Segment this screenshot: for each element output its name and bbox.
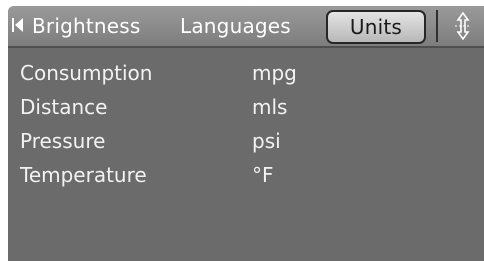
tab-divider [436, 10, 438, 42]
up-down-arrows-icon[interactable] [452, 12, 474, 40]
left-arrow-icon[interactable] [12, 18, 24, 32]
item-label: Pressure [20, 129, 106, 153]
item-label: Distance [20, 95, 108, 119]
item-value: mls [252, 95, 288, 119]
item-value: psi [252, 129, 281, 153]
settings-panel: Brightness Languages Units Consumption m… [8, 6, 484, 261]
item-label: Consumption [20, 61, 153, 85]
list-item-distance[interactable]: Distance mls [20, 90, 470, 124]
list-item-pressure[interactable]: Pressure psi [20, 124, 470, 158]
tab-bar: Brightness Languages Units [8, 6, 484, 48]
display-screen: Brightness Languages Units Consumption m… [0, 0, 484, 261]
units-list: Consumption mpg Distance mls Pressure ps… [20, 56, 470, 192]
item-value: mpg [252, 61, 297, 85]
tab-units[interactable]: Units [326, 10, 426, 44]
list-item-temperature[interactable]: Temperature °F [20, 158, 470, 192]
item-value: °F [252, 163, 274, 187]
list-item-consumption[interactable]: Consumption mpg [20, 56, 470, 90]
tab-languages[interactable]: Languages [180, 13, 291, 39]
item-label: Temperature [20, 163, 147, 187]
tab-brightness[interactable]: Brightness [32, 13, 141, 39]
